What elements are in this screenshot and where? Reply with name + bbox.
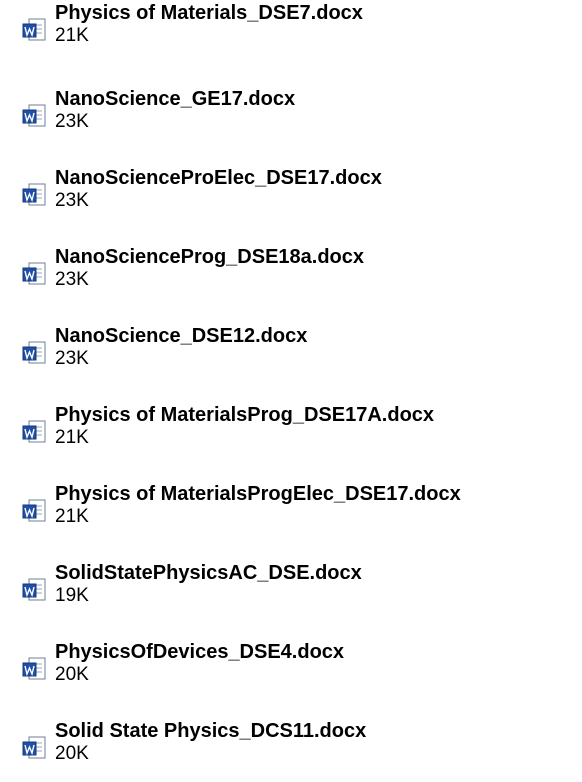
word-document-icon (22, 182, 48, 208)
word-document-icon (22, 577, 48, 603)
file-item[interactable]: NanoScience_GE17.docx 23K (0, 86, 582, 150)
file-size: 20K (55, 743, 89, 764)
file-name[interactable]: NanoScienceProg_DSE18a.docx (55, 245, 364, 269)
file-name[interactable]: PhysicsOfDevices_DSE4.docx (55, 640, 344, 664)
file-name[interactable]: Physics of MaterialsProgElec_DSE17.docx (55, 482, 461, 506)
file-item[interactable]: NanoScience_DSE12.docx 23K (0, 323, 582, 387)
file-list: Physics of Materials_DSE7.docx 21K NanoS… (0, 0, 582, 781)
file-size: 23K (55, 111, 89, 132)
word-document-icon (22, 17, 48, 43)
file-name[interactable]: NanoScienceProElec_DSE17.docx (55, 166, 382, 190)
file-item[interactable]: Physics of MaterialsProg_DSE17A.docx 21K (0, 402, 582, 466)
file-name[interactable]: Solid State Physics_DCS11.docx (55, 719, 366, 743)
file-name[interactable]: Physics of Materials_DSE7.docx (55, 1, 363, 25)
file-name[interactable]: NanoScience_GE17.docx (55, 87, 295, 111)
word-document-icon (22, 735, 48, 761)
file-size: 21K (55, 427, 89, 448)
file-item[interactable]: PhysicsOfDevices_DSE4.docx 20K (0, 639, 582, 703)
word-document-icon (22, 656, 48, 682)
file-size: 21K (55, 25, 89, 46)
file-size: 21K (55, 506, 89, 527)
file-size: 23K (55, 269, 89, 290)
file-name[interactable]: NanoScience_DSE12.docx (55, 324, 307, 348)
file-name[interactable]: Physics of MaterialsProg_DSE17A.docx (55, 403, 434, 427)
file-size: 19K (55, 585, 89, 606)
file-size: 20K (55, 664, 89, 685)
word-document-icon (22, 261, 48, 287)
file-item[interactable]: Physics of MaterialsProgElec_DSE17.docx … (0, 481, 582, 545)
file-size: 23K (55, 348, 89, 369)
file-item[interactable]: SolidStatePhysicsAC_DSE.docx 19K (0, 560, 582, 624)
file-item[interactable]: NanoScienceProElec_DSE17.docx 23K (0, 165, 582, 229)
file-item[interactable]: Physics of Materials_DSE7.docx 21K (0, 0, 582, 64)
word-document-icon (22, 498, 48, 524)
file-size: 23K (55, 190, 89, 211)
word-document-icon (22, 103, 48, 129)
file-name[interactable]: SolidStatePhysicsAC_DSE.docx (55, 561, 362, 585)
word-document-icon (22, 419, 48, 445)
file-item[interactable]: NanoScienceProg_DSE18a.docx 23K (0, 244, 582, 308)
file-item[interactable]: Solid State Physics_DCS11.docx 20K (0, 718, 582, 782)
word-document-icon (22, 340, 48, 366)
